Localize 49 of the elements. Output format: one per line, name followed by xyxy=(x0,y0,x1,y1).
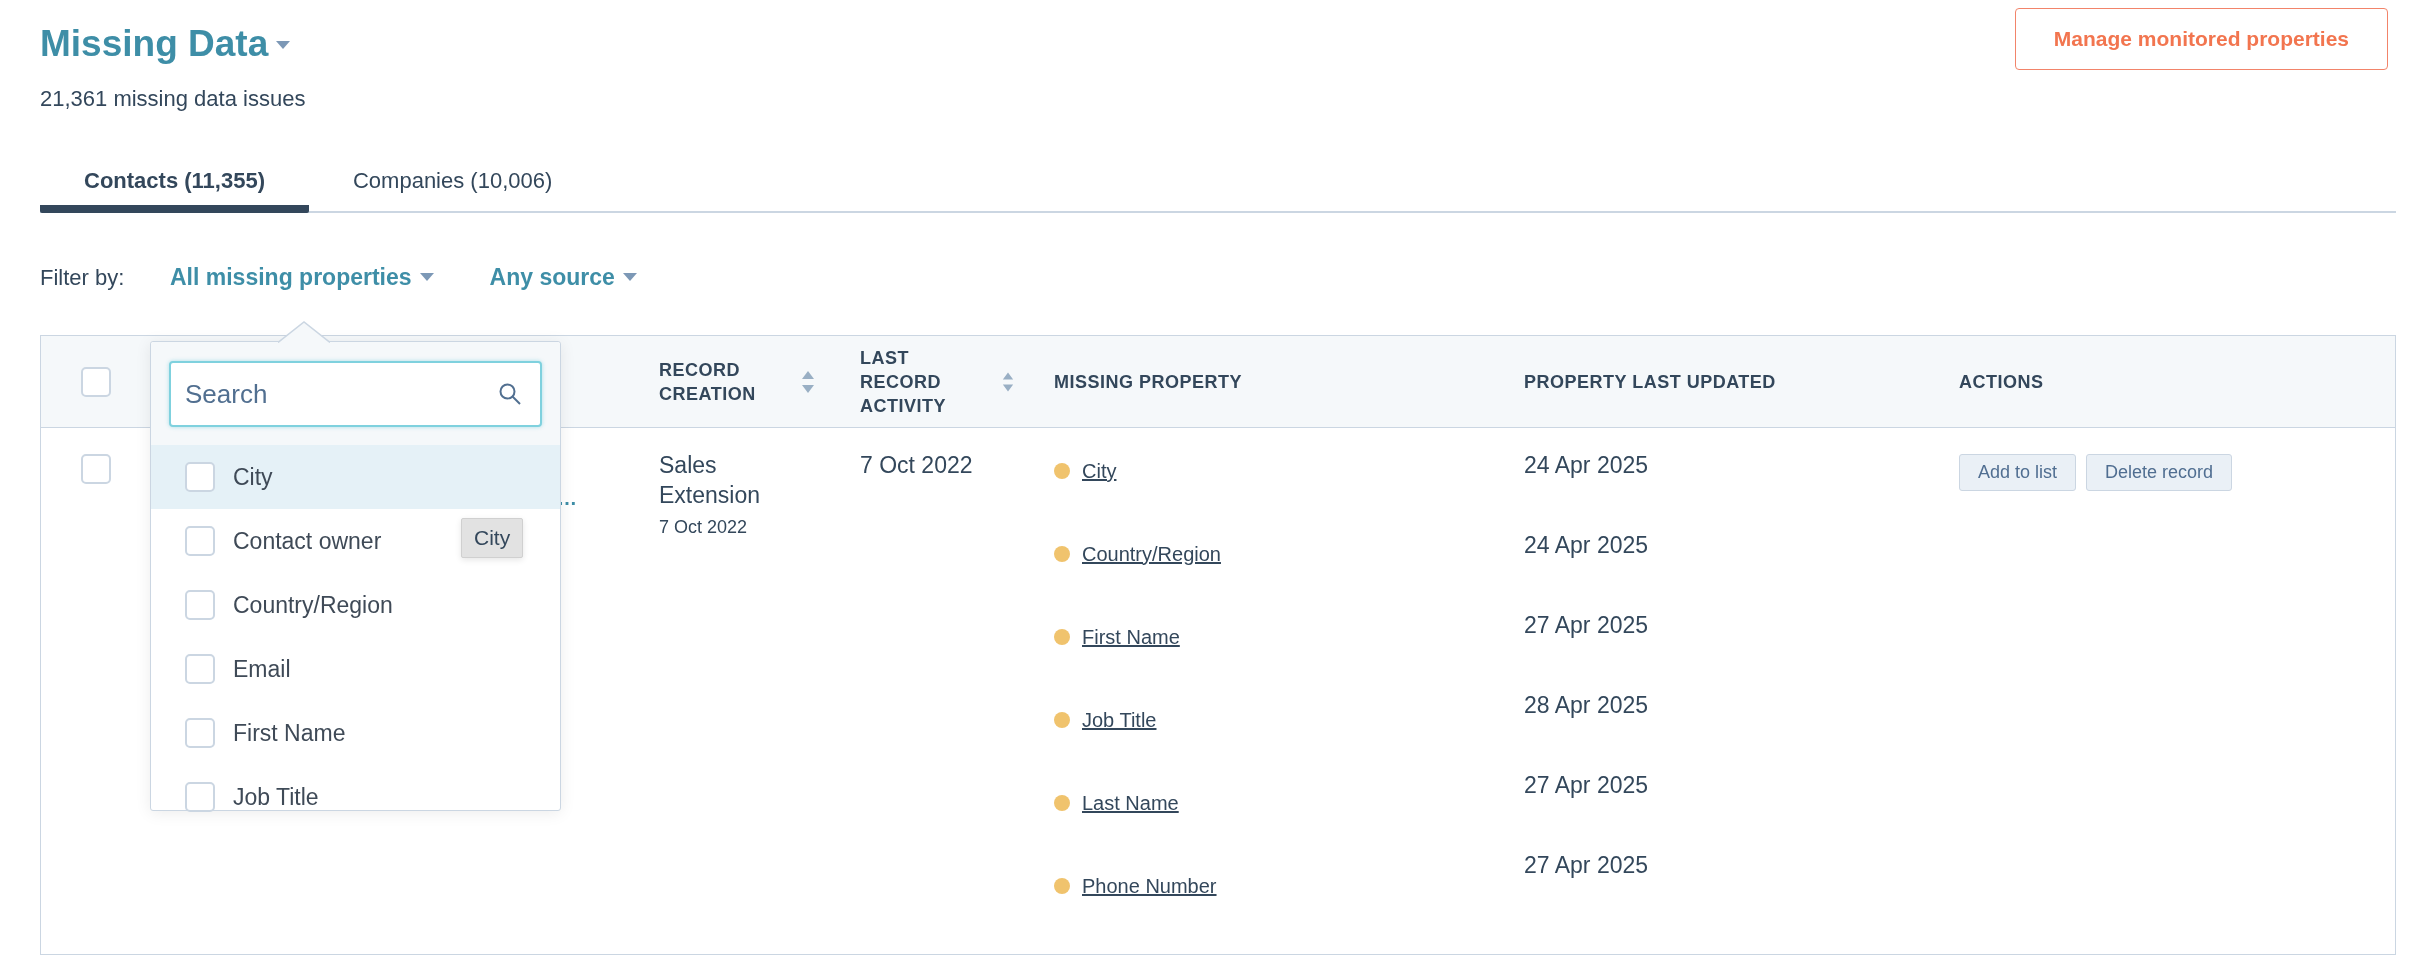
updated-date: 27 Apr 2025 xyxy=(1524,771,1650,800)
property-option[interactable]: Country/Region xyxy=(151,573,403,637)
property-option[interactable]: Contact owner xyxy=(151,509,392,573)
page-title[interactable]: Missing Data xyxy=(40,22,269,66)
property-option[interactable]: First Name xyxy=(151,701,356,765)
column-header[interactable]: PROPERTY LAST UPDATED xyxy=(1484,369,1919,394)
property-link[interactable]: Country/Region xyxy=(1082,539,1221,569)
property-link[interactable]: Last Name xyxy=(1082,788,1179,818)
record-created-date: 7 Oct 2022 xyxy=(659,516,749,539)
tab[interactable]: Companies (10,006) xyxy=(308,155,597,213)
updated-date: 28 Apr 2025 xyxy=(1524,691,1650,720)
filter-dropdown[interactable]: Any source xyxy=(489,259,637,295)
action-button[interactable]: Add to list xyxy=(1959,454,2077,491)
checkbox[interactable] xyxy=(185,654,215,684)
filter-label: Filter by: xyxy=(40,263,126,292)
property-link[interactable]: City xyxy=(1082,456,1117,486)
checkbox[interactable] xyxy=(81,454,111,484)
record-source: Sales Extension xyxy=(659,451,761,510)
caret-icon xyxy=(419,273,434,281)
action-button[interactable]: Delete record xyxy=(2086,454,2233,491)
tab[interactable]: Contacts (11,355) xyxy=(40,155,309,213)
checkbox[interactable] xyxy=(185,462,215,492)
search-icon xyxy=(498,382,522,406)
filter-dropdown[interactable]: All missing properties xyxy=(170,259,434,295)
checkbox[interactable] xyxy=(185,782,215,812)
last-activity-date: 7 Oct 2022 xyxy=(860,452,973,478)
column-header[interactable]: ACTIONS xyxy=(1919,369,2395,394)
updated-date: 27 Apr 2025 xyxy=(1524,851,1650,880)
tooltip: City xyxy=(461,518,524,558)
issue-count: 21,361 missing data issues xyxy=(40,85,306,113)
search-field[interactable]: Search xyxy=(169,361,542,427)
column-header[interactable]: RECORD CREATION xyxy=(619,357,820,406)
property-link[interactable]: Phone Number xyxy=(1082,871,1217,901)
checkbox[interactable] xyxy=(185,590,215,620)
updated-date: 27 Apr 2025 xyxy=(1524,611,1650,640)
caret-icon xyxy=(622,273,637,281)
property-option[interactable]: City xyxy=(151,445,560,509)
property-link[interactable]: First Name xyxy=(1082,622,1180,652)
property-link[interactable]: Job Title xyxy=(1082,705,1157,735)
updated-date: 24 Apr 2025 xyxy=(1524,531,1650,560)
property-option[interactable]: Job Title xyxy=(151,765,329,829)
checkbox[interactable] xyxy=(185,718,215,748)
caret-icon xyxy=(276,41,291,49)
column-header[interactable]: MISSING PROPERTY xyxy=(1014,369,1484,394)
updated-date: 24 Apr 2025 xyxy=(1524,451,1650,480)
checkbox[interactable] xyxy=(185,526,215,556)
property-option[interactable]: Email xyxy=(151,637,301,701)
column-header[interactable]: LAST RECORD ACTIVITY xyxy=(820,345,1014,418)
checkbox[interactable] xyxy=(81,366,111,397)
